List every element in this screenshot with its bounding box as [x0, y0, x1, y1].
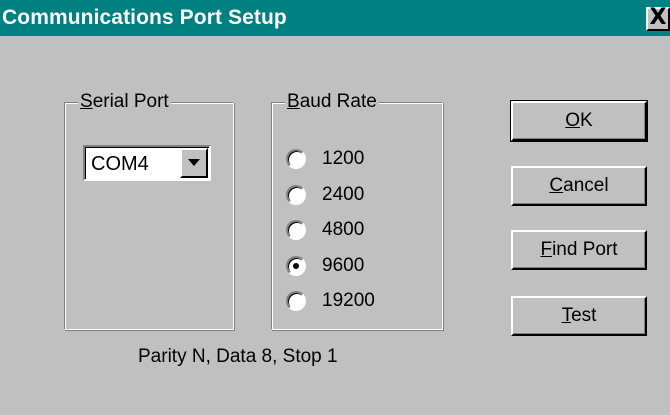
ok-button[interactable]: OK — [510, 100, 648, 142]
radio-button[interactable] — [286, 149, 306, 169]
dropdown-arrow-icon[interactable] — [180, 148, 208, 178]
baud-option-label: 19200 — [322, 290, 375, 311]
baud-option-label: 2400 — [322, 184, 365, 205]
baud-option-label: 4800 — [322, 219, 365, 240]
serial-port-label: Serial Port — [78, 91, 171, 113]
serial-port-dropdown[interactable]: COM4 — [83, 145, 211, 181]
find-port-button[interactable]: Find Port — [511, 230, 647, 270]
window-title: Communications Port Setup — [2, 6, 287, 29]
radio-button[interactable] — [286, 185, 306, 205]
baud-option-label: 1200 — [322, 148, 365, 169]
title-bar[interactable]: Communications Port Setup X — [0, 0, 670, 36]
close-icon[interactable]: X — [646, 7, 670, 31]
baud-option-label: 9600 — [322, 255, 365, 276]
serial-port-value: COM4 — [91, 153, 149, 175]
serial-port-group: Serial Port COM4 — [64, 91, 234, 330]
baud-rate-group: Baud Rate 1200 2400 4800 9600 19200 — [271, 91, 443, 330]
port-settings-text: Parity N, Data 8, Stop 1 — [138, 346, 338, 367]
radio-button[interactable] — [286, 220, 306, 240]
baud-rate-label: Baud Rate — [285, 91, 379, 113]
communications-port-setup-dialog: Communications Port Setup X Serial Port … — [0, 0, 670, 415]
test-button[interactable]: Test — [511, 296, 647, 336]
cancel-button[interactable]: Cancel — [511, 166, 647, 206]
radio-button-selected[interactable] — [286, 256, 306, 276]
radio-button[interactable] — [286, 291, 306, 311]
